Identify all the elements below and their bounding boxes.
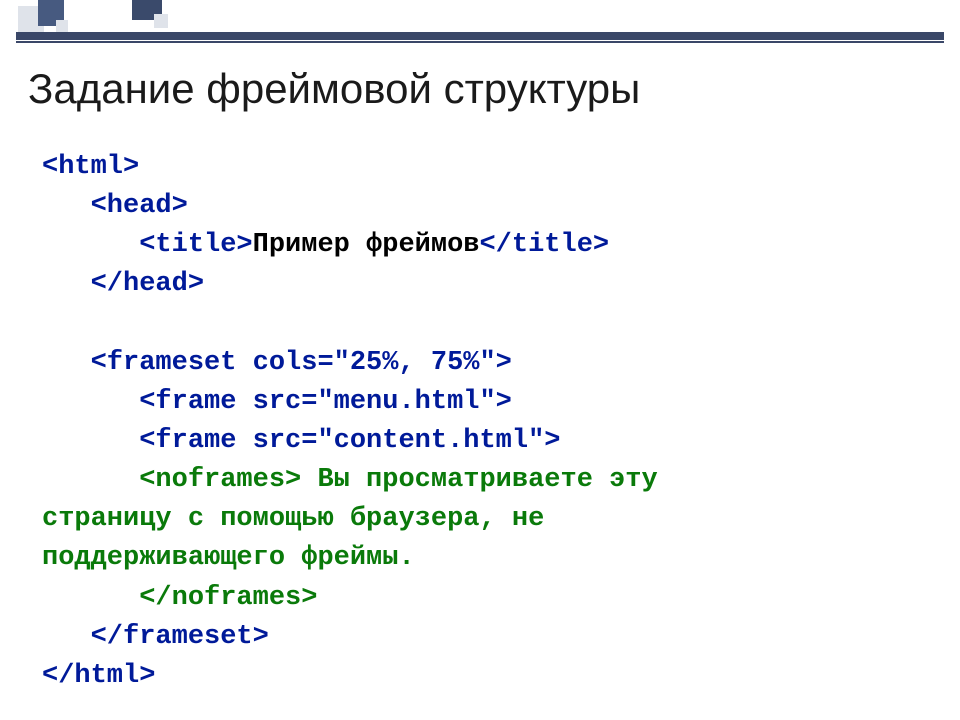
noframes-open-tag: <noframes> bbox=[139, 465, 301, 495]
deco-bar bbox=[16, 41, 944, 43]
frameset-close-tag: </frameset> bbox=[91, 622, 269, 652]
top-decoration bbox=[0, 0, 960, 48]
slide-title: Задание фреймовой структуры bbox=[28, 65, 640, 113]
html-tag: <html> bbox=[42, 152, 139, 182]
head-tag: <head> bbox=[91, 191, 188, 221]
noframes-text: Вы просматриваете эту bbox=[301, 465, 657, 495]
frameset-tag: <frameset cols="25%, 75%"> bbox=[91, 348, 512, 378]
frame-tag: <frame src="content.html"> bbox=[139, 426, 560, 456]
head-close-tag: </head> bbox=[91, 269, 204, 299]
indent bbox=[42, 426, 139, 456]
indent bbox=[42, 348, 91, 378]
noframes-text: страницу с помощью браузера, не bbox=[42, 504, 544, 534]
noframes-close-tag: </noframes> bbox=[139, 583, 317, 613]
title-open-tag: <title> bbox=[139, 230, 252, 260]
deco-square-icon bbox=[56, 20, 68, 32]
code-example: <html> <head> <title>Пример фреймов</tit… bbox=[42, 148, 658, 696]
frame-tag: <frame src="menu.html"> bbox=[139, 387, 512, 417]
indent bbox=[42, 583, 139, 613]
title-text: Пример фреймов bbox=[253, 230, 480, 260]
title-close-tag: </title> bbox=[479, 230, 609, 260]
html-close-tag: </html> bbox=[42, 661, 155, 691]
noframes-text: поддерживающего фреймы. bbox=[42, 543, 415, 573]
deco-bar bbox=[16, 32, 944, 40]
deco-square-icon bbox=[154, 14, 168, 28]
indent bbox=[42, 191, 91, 221]
indent bbox=[42, 230, 139, 260]
indent bbox=[42, 622, 91, 652]
indent bbox=[42, 465, 139, 495]
indent bbox=[42, 387, 139, 417]
indent bbox=[42, 269, 91, 299]
